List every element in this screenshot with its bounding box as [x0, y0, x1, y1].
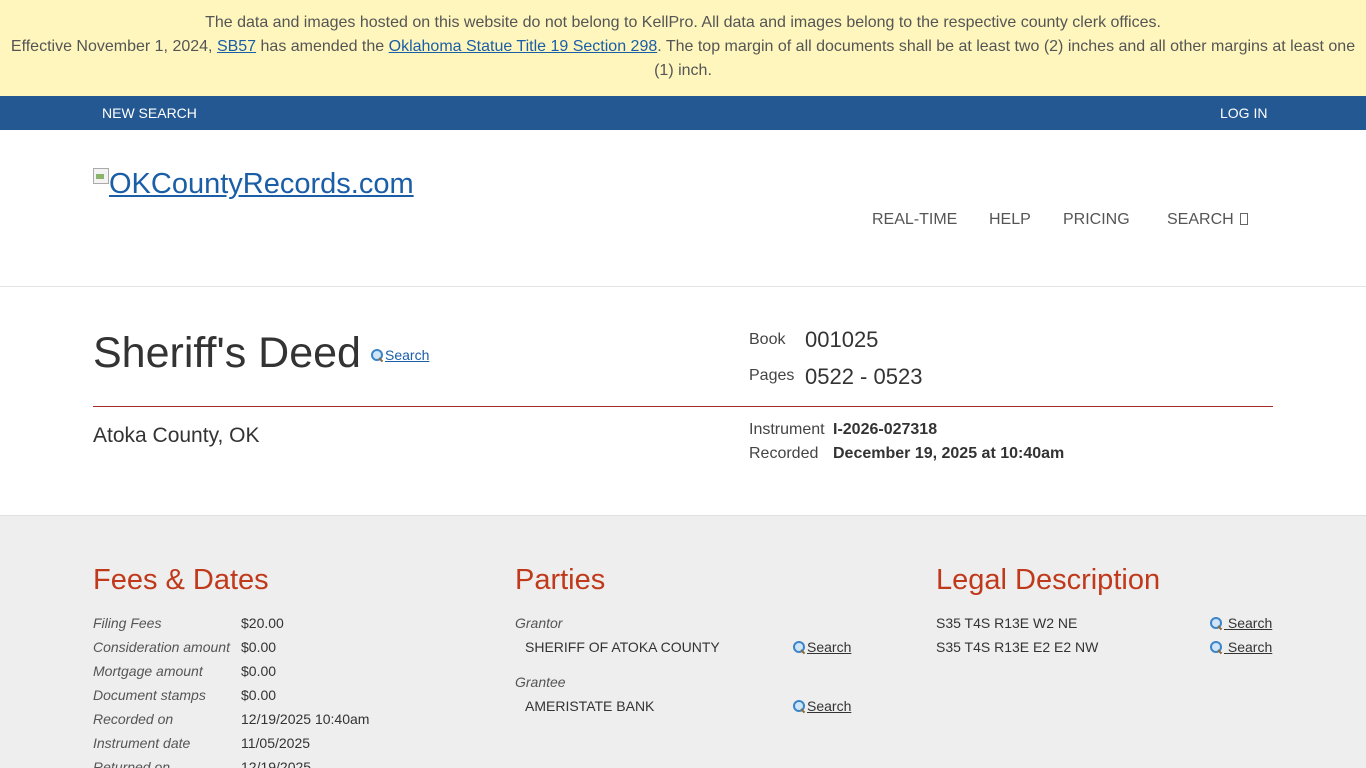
- document-type-title: Sheriff's Deed: [93, 329, 361, 377]
- search-icon: [793, 641, 805, 653]
- pages-label: Pages: [749, 367, 795, 384]
- grantee-name: AMERISTATE BANK: [525, 698, 655, 714]
- fee-label: Returned on: [93, 759, 171, 768]
- fee-value: $0.00: [241, 663, 277, 679]
- search-icon: [371, 349, 383, 361]
- document-type-search-link[interactable]: Search: [371, 347, 429, 363]
- notice-banner: The data and images hosted on this websi…: [0, 0, 1366, 96]
- parties-heading: Parties: [515, 564, 606, 596]
- nav-search[interactable]: SEARCH: [1167, 210, 1248, 230]
- dropdown-icon: [1239, 213, 1248, 225]
- grantee-label: Grantee: [515, 674, 566, 690]
- nav-real-time[interactable]: REAL-TIME: [872, 210, 957, 230]
- search-icon: [793, 700, 805, 712]
- legal-search-link[interactable]: Search: [1210, 638, 1272, 656]
- divider: [93, 406, 1273, 407]
- fee-label: Mortgage amount: [93, 663, 203, 679]
- grantor-label: Grantor: [515, 615, 563, 631]
- fee-value: $0.00: [241, 687, 277, 703]
- notice-line-1: The data and images hosted on this websi…: [205, 14, 1161, 31]
- fee-label: Document stamps: [93, 687, 206, 703]
- grantee-search-link[interactable]: Search: [793, 697, 851, 715]
- nav-help[interactable]: HELP: [989, 210, 1031, 230]
- nav-pricing[interactable]: PRICING: [1063, 210, 1130, 230]
- pages-value: 0522 - 0523: [805, 364, 923, 389]
- fee-value: 12/19/2025: [241, 759, 312, 768]
- book-label: Book: [749, 331, 786, 348]
- grantor-name: SHERIFF OF ATOKA COUNTY: [525, 639, 720, 655]
- legal-description-item: S35 T4S R13E W2 NE: [936, 615, 1078, 631]
- legal-heading: Legal Description: [936, 564, 1161, 596]
- fee-label: Instrument date: [93, 735, 191, 751]
- sb57-link[interactable]: SB57: [217, 38, 256, 55]
- site-header: OKCountyRecords.com REAL-TIME HELP PRICI…: [0, 130, 1366, 287]
- notice-line-2: Effective November 1, 2024, SB57 has ame…: [10, 38, 1356, 79]
- document-summary: Sheriff's Deed Search Book 001025 Pages …: [0, 287, 1366, 516]
- top-bar: NEW SEARCH LOG IN: [0, 96, 1366, 130]
- broken-image-icon: [93, 168, 109, 184]
- search-icon: [1210, 641, 1222, 653]
- book-value: 001025: [805, 327, 879, 352]
- document-details: Fees & Dates Parties Legal Description F…: [0, 516, 1366, 768]
- fee-label: Recorded on: [93, 711, 174, 727]
- fees-heading: Fees & Dates: [93, 564, 269, 596]
- county-name: Atoka County, OK: [93, 424, 260, 447]
- site-logo[interactable]: OKCountyRecords.com: [93, 166, 414, 202]
- legal-description-item: S35 T4S R13E E2 E2 NW: [936, 639, 1099, 655]
- search-icon: [1210, 617, 1222, 629]
- recorded-label: Recorded: [749, 445, 819, 462]
- legal-search-link[interactable]: Search: [1210, 614, 1272, 632]
- fee-label: Filing Fees: [93, 615, 162, 631]
- instrument-value: I-2026-027318: [833, 421, 938, 438]
- fee-value: $20.00: [241, 615, 284, 631]
- fee-value: 11/05/2025: [241, 735, 311, 751]
- new-search-link[interactable]: NEW SEARCH: [102, 98, 197, 128]
- fee-value: 12/19/2025 10:40am: [241, 711, 370, 727]
- fee-value: $0.00: [241, 639, 277, 655]
- login-link[interactable]: LOG IN: [1220, 98, 1267, 128]
- recorded-value: December 19, 2025 at 10:40am: [833, 445, 1065, 462]
- fee-label: Consideration amount: [93, 639, 230, 655]
- statute-link[interactable]: Oklahoma Statue Title 19 Section 298: [389, 38, 658, 55]
- instrument-label: Instrument: [749, 421, 825, 438]
- grantor-search-link[interactable]: Search: [793, 638, 851, 656]
